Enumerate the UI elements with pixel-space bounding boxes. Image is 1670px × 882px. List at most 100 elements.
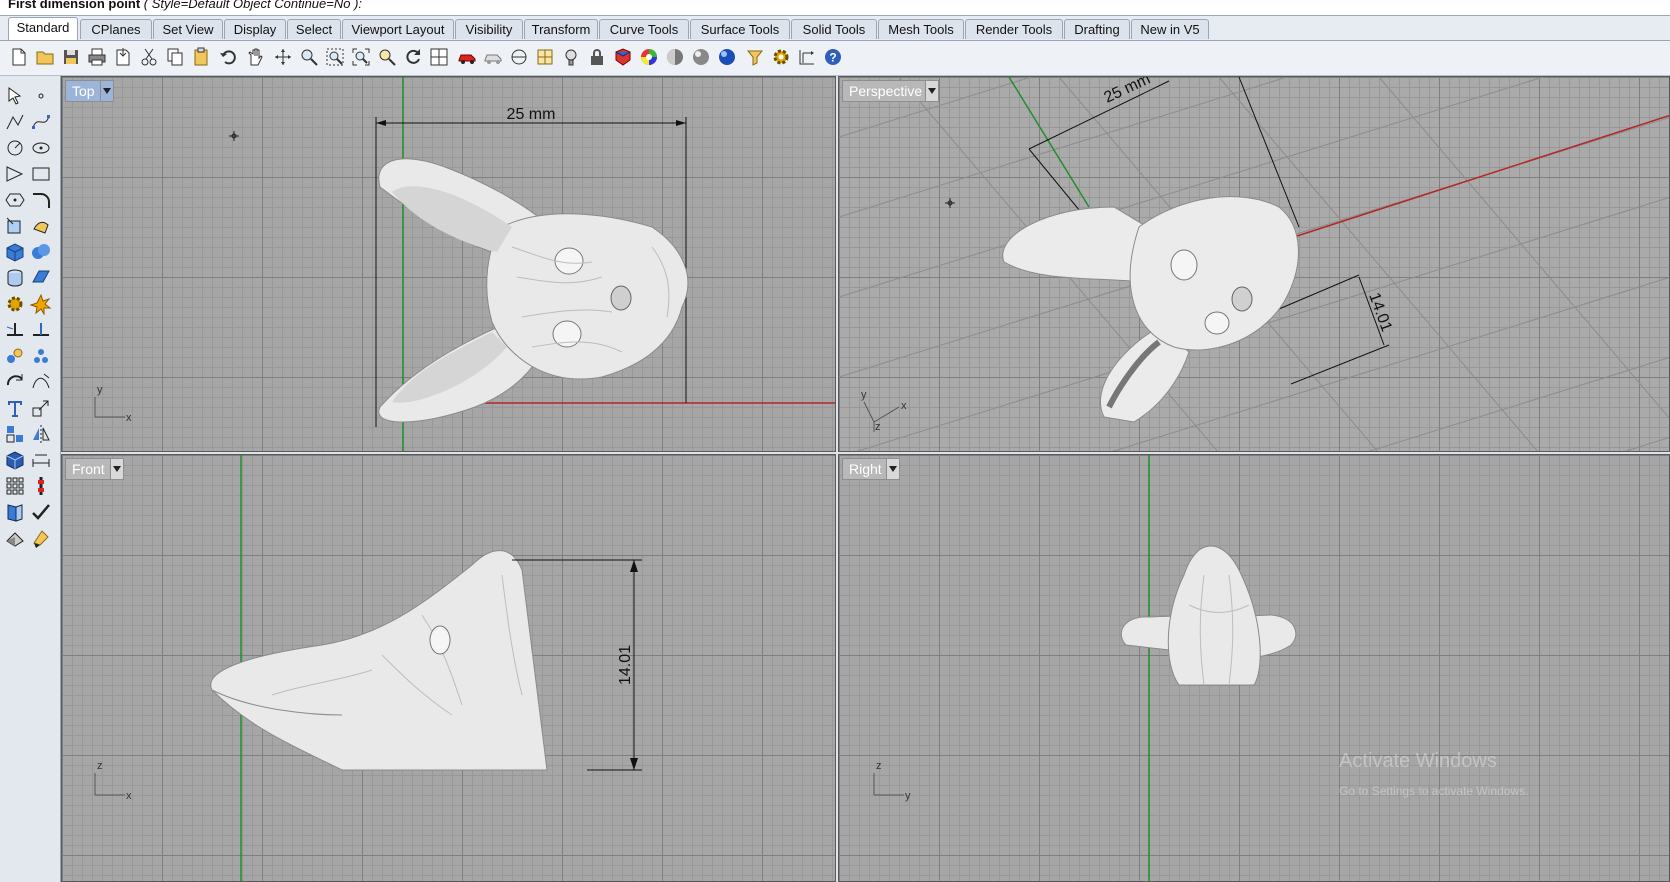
curve-icon[interactable] <box>29 110 53 134</box>
copy-icon[interactable] <box>164 46 186 68</box>
zoom-extents-icon[interactable] <box>350 46 372 68</box>
tab-surface-tools[interactable]: Surface Tools <box>690 19 790 39</box>
polygon-icon[interactable] <box>3 162 27 186</box>
cplane-icon[interactable] <box>508 46 530 68</box>
car-icon[interactable] <box>456 46 478 68</box>
tab-new-in-v5[interactable]: New in V5 <box>1131 19 1209 39</box>
polyline-icon[interactable] <box>3 110 27 134</box>
surface-icon[interactable] <box>29 266 53 290</box>
open-icon[interactable] <box>34 46 56 68</box>
rotate-object-icon[interactable] <box>3 370 27 394</box>
rendered-sphere-icon[interactable] <box>690 46 712 68</box>
zoom-window-icon[interactable] <box>324 46 346 68</box>
viewport-menu-right-icon[interactable] <box>886 458 900 480</box>
tab-mesh-tools[interactable]: Mesh Tools <box>878 19 964 39</box>
tab-transform[interactable]: Transform <box>524 19 598 39</box>
shaded-sphere-icon[interactable] <box>664 46 686 68</box>
pan-icon[interactable] <box>244 46 266 68</box>
explode-icon[interactable] <box>29 292 53 316</box>
rotate-view-icon[interactable] <box>272 46 294 68</box>
analyze-icon[interactable] <box>3 500 27 524</box>
fillet-curve-icon[interactable] <box>29 188 53 212</box>
circle-icon[interactable] <box>3 136 27 160</box>
front-scene: 14.01 x z <box>94 455 642 881</box>
paste-icon[interactable] <box>190 46 212 68</box>
boolean-union-icon[interactable] <box>29 240 53 264</box>
extrude-curve-icon[interactable] <box>29 214 53 238</box>
mesh-gear-icon[interactable] <box>3 292 27 316</box>
undo-icon[interactable] <box>218 46 240 68</box>
tab-visibility[interactable]: Visibility <box>455 19 523 39</box>
settings-icon[interactable] <box>770 46 792 68</box>
tab-standard[interactable]: Standard <box>8 17 78 40</box>
save-icon[interactable] <box>60 46 82 68</box>
viewport-title-right[interactable]: Right <box>842 458 889 480</box>
trim-icon[interactable] <box>3 318 27 342</box>
rectangle-icon[interactable] <box>29 162 53 186</box>
tool-palette <box>0 76 61 882</box>
box-icon[interactable] <box>3 240 27 264</box>
viewport-title-top[interactable]: Top <box>65 80 102 102</box>
tab-drafting[interactable]: Drafting <box>1064 19 1130 39</box>
tab-select[interactable]: Select <box>287 19 341 39</box>
import-icon[interactable] <box>112 46 134 68</box>
help-icon[interactable]: ? <box>822 46 844 68</box>
transform-icon[interactable] <box>3 214 27 238</box>
viewport-title-front[interactable]: Front <box>65 458 112 480</box>
dimension-tool-icon[interactable] <box>29 448 53 472</box>
zoom-selected-icon[interactable] <box>376 46 398 68</box>
viewport-menu-top-icon[interactable] <box>100 80 114 102</box>
split-icon[interactable] <box>29 318 53 342</box>
scale-icon[interactable] <box>29 396 53 420</box>
tab-solid-tools[interactable]: Solid Tools <box>791 19 877 39</box>
zoom-icon[interactable] <box>298 46 320 68</box>
tab-display[interactable]: Display <box>224 19 286 39</box>
paint-icon[interactable] <box>29 526 53 550</box>
viewport-title-perspective[interactable]: Perspective <box>842 80 930 102</box>
viewport-menu-perspective-icon[interactable] <box>925 80 939 102</box>
render-icon[interactable] <box>3 526 27 550</box>
ellipse-icon[interactable] <box>29 136 53 160</box>
cylinder-icon[interactable] <box>3 266 27 290</box>
command-line[interactable]: First dimension point ( Style=Default Ob… <box>0 0 1670 16</box>
group-icon[interactable] <box>3 344 27 368</box>
viewport-right[interactable]: Activate Windows Go to Settings to activ… <box>838 454 1670 882</box>
ungroup-icon[interactable] <box>29 344 53 368</box>
viewport-perspective[interactable]: 25 mm 14.01 x y z Perspective <box>838 76 1670 452</box>
viewport-menu-front-icon[interactable] <box>110 458 124 480</box>
mirror-icon[interactable] <box>29 422 53 446</box>
color-wheel-icon[interactable] <box>638 46 660 68</box>
print-icon[interactable] <box>86 46 108 68</box>
four-viewports-icon[interactable] <box>428 46 450 68</box>
solid-box-icon[interactable] <box>3 448 27 472</box>
tab-set-view[interactable]: Set View <box>153 19 223 39</box>
hexagon-icon[interactable] <box>3 188 27 212</box>
point-icon[interactable] <box>29 84 53 108</box>
select-arrow-icon[interactable] <box>3 84 27 108</box>
cut-icon[interactable] <box>138 46 160 68</box>
command-options[interactable]: ( Style=Default Object Continue=No ): <box>144 0 362 11</box>
align-icon[interactable] <box>3 422 27 446</box>
tab-cplanes[interactable]: CPlanes <box>80 19 152 39</box>
viewport-top[interactable]: 25 mm x y Top <box>61 76 836 452</box>
tab-curve-tools[interactable]: Curve Tools <box>599 19 689 39</box>
dimension-icon[interactable] <box>796 46 818 68</box>
material-icon[interactable] <box>612 46 634 68</box>
tab-viewport-layout[interactable]: Viewport Layout <box>342 19 454 39</box>
light-icon[interactable] <box>560 46 582 68</box>
array-curve-icon[interactable] <box>29 370 53 394</box>
pipe-icon[interactable] <box>29 474 53 498</box>
lock-icon[interactable] <box>586 46 608 68</box>
text-icon[interactable] <box>3 396 27 420</box>
grid-snap-icon[interactable] <box>534 46 556 68</box>
ghost-icon[interactable] <box>482 46 504 68</box>
front-axis-x: x <box>126 790 132 802</box>
check-icon[interactable] <box>29 500 53 524</box>
tab-render-tools[interactable]: Render Tools <box>965 19 1063 39</box>
new-icon[interactable] <box>8 46 30 68</box>
blue-sphere-icon[interactable] <box>716 46 738 68</box>
rotate-icon[interactable] <box>402 46 424 68</box>
array-icon[interactable] <box>3 474 27 498</box>
filter-icon[interactable] <box>744 46 766 68</box>
viewport-front[interactable]: 14.01 x z Front <box>61 454 836 882</box>
